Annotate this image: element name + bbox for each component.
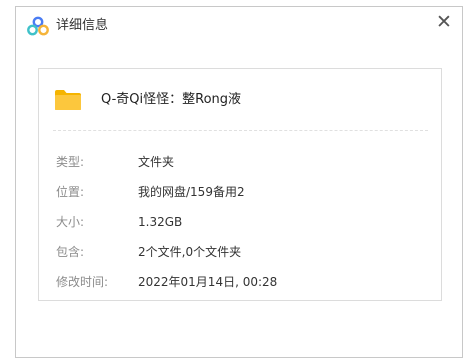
details-dialog: 详细信息 ✕ Q-奇Qi怪怪：整Rong液 类型: 文件夹 位置: 我的网盘/1… [15,6,463,358]
detail-value: 2个文件,0个文件夹 [138,245,242,259]
detail-row-size: 大小: 1.32GB [56,213,426,231]
detail-row-type: 类型: 文件夹 [56,153,426,171]
detail-row-contains: 包含: 2个文件,0个文件夹 [56,243,426,261]
divider [53,130,428,131]
file-info-card: Q-奇Qi怪怪：整Rong液 类型: 文件夹 位置: 我的网盘/159备用2 大… [38,68,442,301]
detail-label: 包含: [56,245,85,259]
cloud-drive-icon [27,16,49,36]
detail-row-location: 位置: 我的网盘/159备用2 [56,183,426,201]
detail-label: 大小: [56,215,85,229]
detail-label: 修改时间: [56,275,109,289]
folder-icon [55,90,81,110]
detail-value: 2022年01月14日, 00:28 [138,275,278,289]
dialog-title: 详细信息 [56,18,109,33]
detail-label: 位置: [56,185,85,199]
file-name: Q-奇Qi怪怪：整Rong液 [101,92,242,107]
detail-value: 1.32GB [138,215,183,229]
detail-row-modified: 修改时间: 2022年01月14日, 00:28 [56,273,426,291]
detail-label: 类型: [56,155,85,169]
detail-value: 文件夹 [138,155,175,169]
detail-value: 我的网盘/159备用2 [138,185,245,199]
close-icon[interactable]: ✕ [433,11,455,33]
dialog-titlebar: 详细信息 ✕ [16,7,462,45]
